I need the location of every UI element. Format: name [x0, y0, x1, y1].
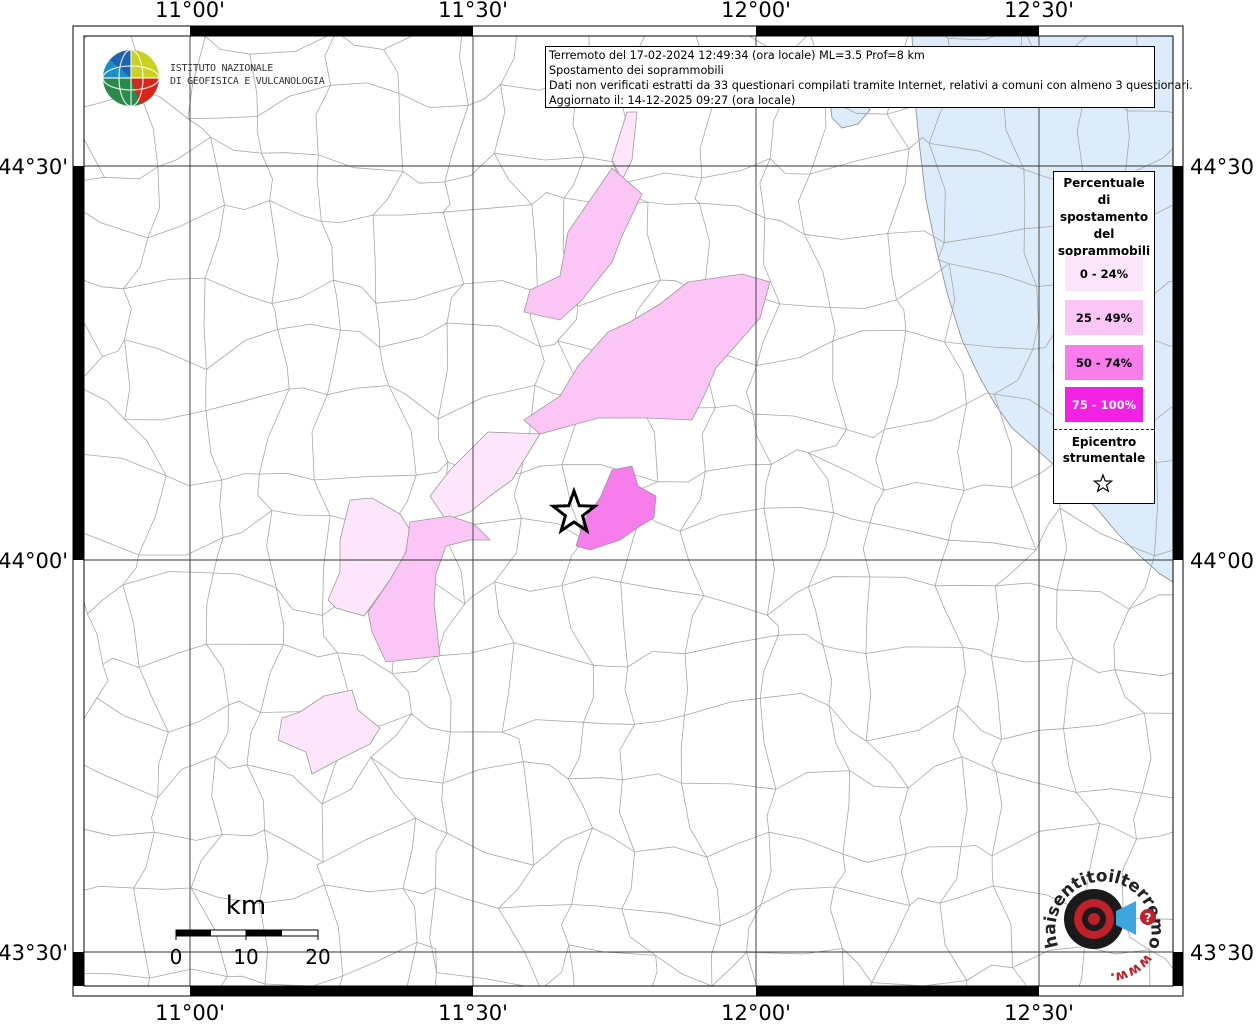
svg-text:www.: www. [1109, 951, 1155, 985]
legend-class-75-100: 75 - 100% [1065, 387, 1143, 422]
event-info-box: Terremoto del 17-02-2024 12:49:34 (ora l… [545, 46, 1193, 108]
legend-title-line4: del [1093, 227, 1115, 241]
lon-label-top-3: 12°00' [721, 0, 791, 22]
legend-epicenter-line1: Epicentro [1071, 435, 1137, 449]
hai-sentito-www: www. [1109, 951, 1155, 986]
lon-label-bottom-2: 11°30' [438, 1001, 508, 1024]
lat-label-left-3: 43°30' [0, 941, 68, 965]
lon-label-top-2: 11°30' [438, 0, 508, 22]
legend-title-line2: di [1097, 193, 1111, 207]
legend-class-50-74: 50 - 74% [1065, 345, 1143, 380]
lat-label-left-2: 44°00' [0, 549, 68, 573]
event-title: Terremoto del 17-02-2024 12:49:34 (ora l… [549, 49, 925, 62]
legend-title-line3: spostamento [1059, 210, 1149, 224]
ingv-name-line2: DI GEOFISICA E VULCANOLOGIA [170, 76, 325, 87]
lat-label-right-3: 43°30' [1190, 941, 1256, 965]
lon-label-bottom-4: 12°30' [1004, 1001, 1074, 1024]
map-subject: Spostamento dei soprammobili [549, 64, 724, 77]
lat-labels-left: 44°30' 44°00' 43°30' [0, 155, 68, 965]
ingv-logo: ISTITUTO NAZIONALE DI GEOFISICA E VULCAN… [100, 46, 330, 110]
legend-title-line1: Percentuale [1063, 176, 1145, 190]
lon-label-top-1: 11°00' [155, 0, 225, 22]
scale-label-10: 10 [233, 945, 258, 969]
lat-label-right-1: 44°30' [1190, 155, 1256, 179]
legend: Percentuale di spostamento del soprammob… [1053, 171, 1155, 504]
updated-timestamp: Aggiornato il: 14-12-2025 09:27 (ora loc… [549, 94, 796, 107]
lon-label-bottom-3: 12°00' [721, 1001, 791, 1024]
hai-sentito-emblem: haisentitoilterremoto.it www. ? [1024, 840, 1167, 986]
lon-label-top-4: 12°30' [1004, 0, 1074, 22]
legend-epicenter-line2: strumentale [1062, 451, 1146, 465]
hai-sentito-logo: haisentitoilterremoto.it www. ? [1024, 840, 1170, 986]
lon-label-bottom-1: 11°00' [155, 1001, 225, 1024]
legend-epicenter-label: Epicentro strumentale [1054, 434, 1154, 466]
legend-title: Percentuale di spostamento del soprammob… [1054, 175, 1154, 260]
scale-label-20: 20 [305, 945, 330, 969]
legend-star-icon [1092, 473, 1114, 493]
ingv-globe-icon [102, 49, 160, 107]
svg-text:?: ? [1145, 911, 1152, 925]
lat-labels-right: 44°30' 44°00' 43°30' [1190, 155, 1256, 965]
legend-separator [1054, 429, 1154, 430]
ingv-name-line1: ISTITUTO NAZIONALE [170, 63, 273, 74]
scale-unit: km [226, 891, 266, 921]
lon-labels-bottom: 11°00' 11°30' 12°00' 12°30' [155, 1001, 1074, 1024]
data-note: Dati non verificati estratti da 33 quest… [549, 79, 1193, 92]
lon-labels-top: 11°00' 11°30' 12°00' 12°30' [155, 0, 1074, 22]
legend-class-25-49: 25 - 49% [1065, 300, 1143, 335]
legend-class-0-24: 0 - 24% [1065, 256, 1143, 291]
scale-label-0: 0 [170, 945, 183, 969]
lat-label-right-2: 44°00' [1190, 549, 1256, 573]
lat-label-left-1: 44°30' [0, 155, 68, 179]
